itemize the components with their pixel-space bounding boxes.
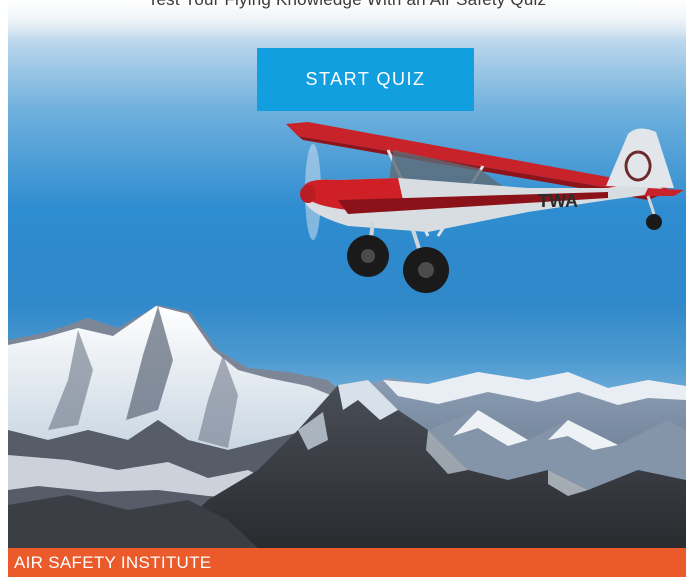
quiz-landing-page: TWA Test Your Flying Knowledge With an A… bbox=[0, 0, 693, 577]
brand-bar: AIR SAFETY INSTITUTE bbox=[8, 548, 686, 577]
brand-name: AIR SAFETY INSTITUTE bbox=[14, 552, 212, 572]
quiz-subtitle: Test Your Flying Knowledge With an Air S… bbox=[8, 0, 686, 10]
start-quiz-button[interactable]: START QUIZ bbox=[257, 48, 474, 111]
plane-tail-text: TWA bbox=[538, 191, 578, 211]
airplane-illustration: TWA bbox=[286, 122, 684, 293]
hero-banner: TWA Test Your Flying Knowledge With an A… bbox=[8, 0, 686, 577]
